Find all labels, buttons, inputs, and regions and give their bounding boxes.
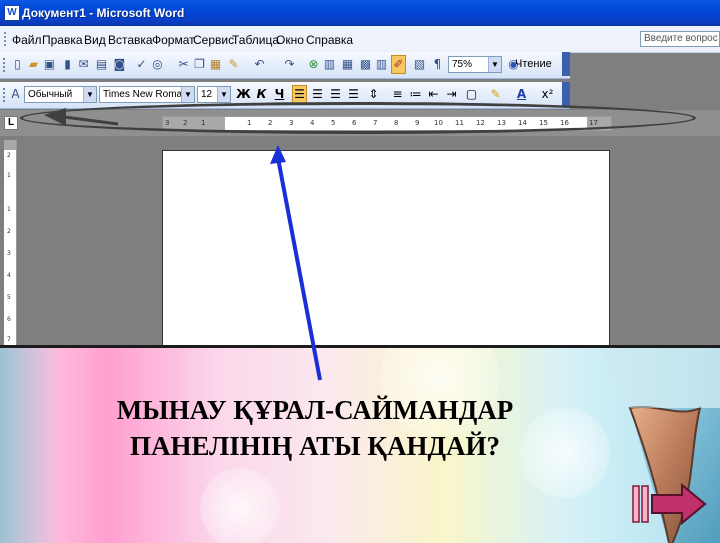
style-value: Обычный: [28, 89, 73, 100]
menu-grip[interactable]: [4, 32, 9, 46]
zoom-combo[interactable]: 75% ▼: [448, 56, 502, 73]
show-hide-icon[interactable]: ¶: [430, 56, 445, 72]
menu-help[interactable]: Справка: [306, 33, 353, 47]
title-bar: W Документ1 - Microsoft Word: [0, 0, 720, 26]
question-line-1: МЫНАУ ҚҰРАЛ-САЙМАНДАР: [116, 395, 514, 425]
styles-pane-icon[interactable]: A: [8, 86, 23, 102]
print-preview-icon[interactable]: ◙: [112, 56, 127, 72]
vruler-tick: 4: [7, 272, 11, 279]
window-title: Документ1 - Microsoft Word: [22, 6, 185, 20]
menu-table[interactable]: Таблица: [232, 33, 279, 47]
vruler-tick: 3: [7, 250, 11, 257]
spelling-icon[interactable]: ✓: [134, 56, 149, 72]
open-folder-icon[interactable]: ▰: [26, 56, 41, 72]
superscript-icon[interactable]: x²: [540, 86, 555, 102]
chevron-down-icon[interactable]: ▼: [83, 87, 96, 102]
chevron-down-icon[interactable]: ▼: [217, 87, 230, 102]
read-button[interactable]: Чтение: [515, 58, 552, 70]
style-combo[interactable]: Обычный ▼: [24, 86, 97, 103]
word-app-icon[interactable]: W: [4, 5, 20, 21]
vruler-tick: 5: [7, 294, 11, 301]
insert-excel-icon[interactable]: ▩: [358, 56, 373, 72]
font-color-icon[interactable]: A: [514, 86, 529, 102]
undo-icon[interactable]: ↶: [252, 56, 267, 72]
copy-icon[interactable]: ❐: [192, 56, 207, 72]
word-window: W Документ1 - Microsoft Word Файл Правка…: [0, 0, 720, 345]
menu-file[interactable]: Файл: [12, 33, 42, 47]
font-size-value: 12: [201, 89, 213, 100]
research-icon[interactable]: ◎: [150, 56, 165, 72]
font-value: Times New Roman: [103, 89, 188, 100]
toolbar-grip[interactable]: [3, 58, 8, 72]
next-arrow-button[interactable]: [630, 482, 708, 526]
align-right-icon[interactable]: ☰: [328, 86, 343, 102]
question-text: МЫНАУ ҚҰРАЛ-САЙМАНДАР ПАНЕЛІНІҢ АТЫ ҚАНД…: [40, 392, 590, 464]
paste-icon[interactable]: ▦: [208, 56, 223, 72]
permission-icon[interactable]: ▮: [60, 56, 75, 72]
vruler-tick: 7: [7, 336, 11, 343]
tables-borders-icon[interactable]: ▥: [322, 56, 337, 72]
document-map-icon[interactable]: ▧: [412, 56, 427, 72]
underline-button[interactable]: Ч: [272, 86, 287, 102]
insert-table-icon[interactable]: ▦: [340, 56, 355, 72]
slide-panel: МЫНАУ ҚҰРАЛ-САЙМАНДАР ПАНЕЛІНІҢ АТЫ ҚАНД…: [0, 345, 720, 543]
menu-tools[interactable]: Сервис: [193, 33, 234, 47]
format-painter-icon[interactable]: ✎: [226, 56, 241, 72]
highlight-oval: [20, 102, 696, 134]
bokeh-light: [200, 468, 280, 543]
bullets-icon[interactable]: ≔: [408, 86, 423, 102]
document-page[interactable]: [162, 150, 610, 345]
drawing-icon[interactable]: ✐: [391, 55, 406, 74]
columns-icon[interactable]: ▥: [374, 56, 389, 72]
vertical-ruler[interactable]: 2 1 1 2 3 4 5 6 7: [4, 140, 17, 345]
menu-bar: Файл Правка Вид Вставка Формат Сервис Та…: [0, 26, 720, 53]
italic-button[interactable]: К: [254, 86, 269, 102]
question-line-2: ПАНЕЛІНІҢ АТЫ ҚАНДАЙ?: [129, 431, 501, 461]
align-left-icon[interactable]: ☰: [292, 85, 307, 104]
menu-window[interactable]: Окно: [276, 33, 304, 47]
vruler-tick: 1: [7, 206, 11, 213]
font-combo[interactable]: Times New Roman ▼: [99, 86, 195, 103]
vruler-tick: 6: [7, 316, 11, 323]
vruler-tick: 1: [7, 172, 11, 179]
vruler-tick: 2: [7, 228, 11, 235]
bold-button[interactable]: Ж: [236, 86, 251, 102]
standard-toolbar: ▯ ▰ ▣ ▮ ✉ ▤ ◙ ✓ ◎ ✂ ❐ ▦ ✎ ↶ ↷ ⊗ ▥ ▦ ▩ ▥ …: [0, 52, 570, 79]
chevron-down-icon[interactable]: ▼: [488, 57, 501, 72]
cut-icon[interactable]: ✂: [176, 56, 191, 72]
borders-icon[interactable]: ▢: [464, 86, 479, 102]
increase-indent-icon[interactable]: ⇥: [444, 86, 459, 102]
numbering-icon[interactable]: ≡: [390, 86, 405, 102]
top-margin: [4, 140, 16, 150]
email-icon[interactable]: ✉: [76, 56, 91, 72]
menu-edit[interactable]: Правка: [42, 33, 83, 47]
align-center-icon[interactable]: ☰: [310, 86, 325, 102]
menu-view[interactable]: Вид: [84, 33, 106, 47]
font-size-combo[interactable]: 12 ▼: [197, 86, 231, 103]
print-icon[interactable]: ▤: [94, 56, 109, 72]
redo-icon[interactable]: ↷: [282, 56, 297, 72]
justify-icon[interactable]: ☰: [346, 86, 361, 102]
chevron-down-icon[interactable]: ▼: [181, 87, 194, 102]
zoom-value: 75%: [452, 59, 473, 70]
hyperlink-icon[interactable]: ⊗: [306, 56, 321, 72]
decrease-indent-icon[interactable]: ⇤: [426, 86, 441, 102]
line-spacing-icon[interactable]: ⇕: [366, 86, 381, 102]
menu-insert[interactable]: Вставка: [108, 33, 153, 47]
menu-format[interactable]: Формат: [152, 33, 195, 47]
vruler-tick: 2: [7, 152, 11, 159]
toolbar-options-icon[interactable]: [562, 52, 570, 76]
highlight-icon[interactable]: ✎: [488, 86, 503, 102]
help-search-input[interactable]: Введите вопрос: [640, 31, 720, 47]
save-icon[interactable]: ▣: [42, 56, 57, 72]
toolbar-options-icon[interactable]: [562, 82, 570, 106]
new-document-icon[interactable]: ▯: [10, 56, 25, 72]
tab-selector[interactable]: L: [4, 116, 18, 130]
